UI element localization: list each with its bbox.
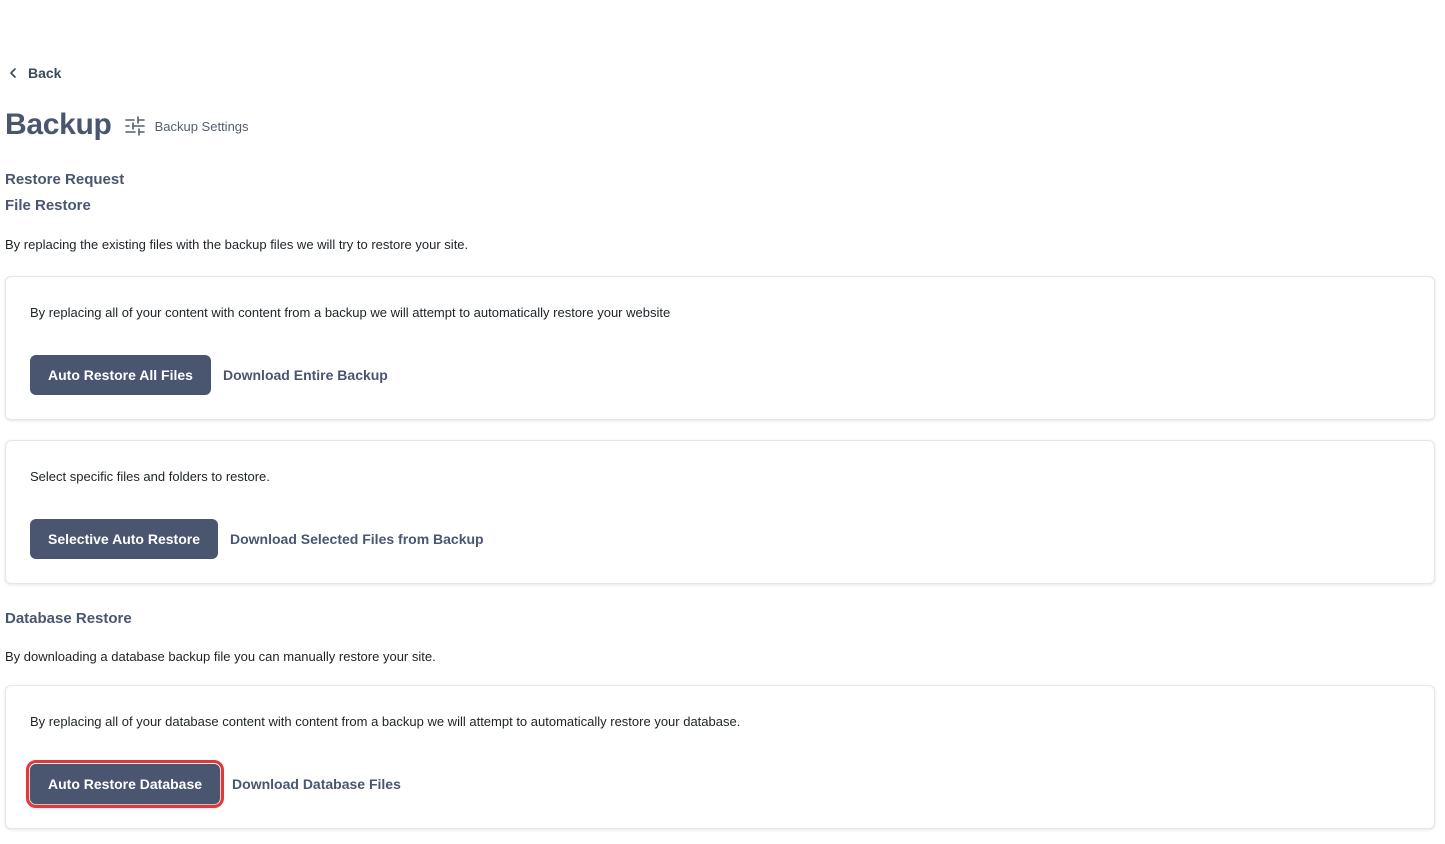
chevron-left-icon: [10, 68, 16, 78]
backup-settings-link[interactable]: Backup Settings: [124, 115, 249, 137]
backup-page: Back Backup Backup Settings Restore Requ…: [0, 0, 1445, 844]
card-actions: Selective Auto Restore Download Selected…: [30, 519, 484, 559]
database-restore-card: By replacing all of your database conten…: [5, 685, 1435, 829]
selective-restore-card: Select specific files and folders to res…: [5, 440, 1435, 584]
title-row: Backup Backup Settings: [5, 108, 249, 142]
auto-restore-files-card: By replacing all of your content with co…: [5, 276, 1435, 420]
back-link[interactable]: Back: [8, 65, 61, 81]
download-selected-files-link[interactable]: Download Selected Files from Backup: [230, 531, 484, 547]
card-description: By replacing all of your content with co…: [30, 305, 671, 320]
sliders-icon: [124, 116, 145, 136]
file-restore-heading: File Restore: [5, 197, 91, 214]
back-label: Back: [28, 65, 62, 81]
card-description: By replacing all of your database conten…: [30, 714, 741, 729]
auto-restore-all-files-button[interactable]: Auto Restore All Files: [30, 355, 211, 395]
backup-settings-label: Backup Settings: [154, 118, 249, 134]
auto-restore-database-button[interactable]: Auto Restore Database: [25, 760, 225, 808]
download-database-files-link[interactable]: Download Database Files: [232, 776, 401, 792]
card-actions: Auto Restore Database Download Database …: [25, 760, 401, 808]
database-restore-description: By downloading a database backup file yo…: [5, 649, 436, 664]
download-entire-backup-link[interactable]: Download Entire Backup: [223, 367, 388, 383]
restore-request-heading: Restore Request: [5, 171, 125, 188]
card-actions: Auto Restore All Files Download Entire B…: [30, 355, 388, 395]
page-title: Backup: [5, 108, 112, 141]
card-description: Select specific files and folders to res…: [30, 469, 270, 484]
database-restore-heading: Database Restore: [5, 610, 132, 627]
file-restore-description: By replacing the existing files with the…: [5, 237, 469, 252]
selective-auto-restore-button[interactable]: Selective Auto Restore: [30, 519, 218, 559]
